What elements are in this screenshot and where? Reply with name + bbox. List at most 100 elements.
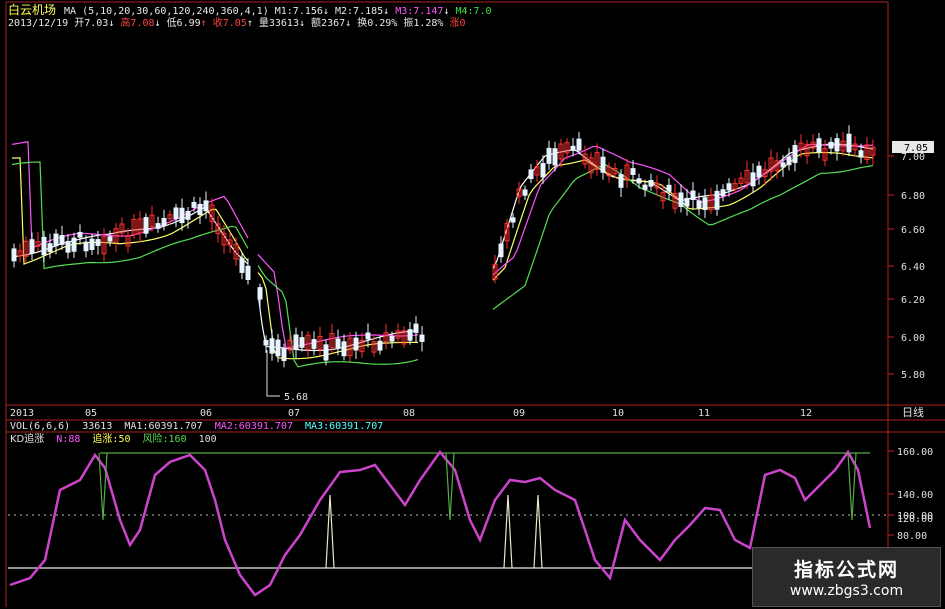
ma-m3: M3:7.147 — [395, 6, 444, 17]
period-label[interactable]: 日线 — [902, 405, 924, 419]
candle-body — [720, 189, 726, 197]
candle-body — [143, 217, 149, 234]
quote-date: 2013/12/19 — [8, 18, 69, 29]
candle-body — [83, 241, 89, 252]
price-tick: 6.40 — [901, 262, 925, 273]
candle-body — [846, 133, 852, 153]
candle-body — [792, 145, 798, 163]
ma-params: MA (5,10,20,30,60,120,240,360,4,1) — [64, 6, 269, 17]
candle-body — [696, 200, 702, 209]
candle-body — [540, 163, 546, 178]
candle-body — [528, 169, 534, 180]
price-tick: 6.60 — [901, 225, 925, 236]
candle-body — [179, 207, 185, 224]
candle-body — [786, 156, 792, 166]
candle-body — [407, 329, 413, 341]
candle-body — [65, 241, 71, 253]
candle-body — [173, 207, 179, 220]
ma-m1: M1:7.156 — [274, 6, 323, 17]
candle-body — [11, 248, 17, 262]
candle-body — [522, 189, 528, 196]
price-tick: 5.80 — [901, 370, 925, 381]
quote-header: 2013/12/19 开7.03↓ 高7.08↓ 低6.99↑ 收7.05↑ 量… — [8, 18, 466, 29]
chart-canvas[interactable]: 7.00 6.80 6.60 6.40 6.20 6.00 5.80 7.05 … — [0, 0, 945, 609]
quote-amount: 额2367 — [311, 18, 346, 29]
candle-body — [690, 190, 696, 200]
candle-body — [53, 233, 59, 247]
candle-body — [389, 335, 395, 342]
stock-chart-window: 7.00 6.80 6.60 6.40 6.20 6.00 5.80 7.05 … — [0, 0, 945, 609]
month-label: 2013 — [10, 408, 34, 419]
ma-line — [492, 151, 874, 281]
candle-body — [834, 138, 840, 152]
candle-body — [750, 172, 756, 187]
candle-body — [269, 338, 275, 354]
last-price-value: 7.05 — [904, 143, 928, 154]
candle-body — [413, 323, 419, 333]
candle-body — [702, 197, 708, 211]
candle-body — [191, 201, 197, 208]
candle-body — [419, 334, 425, 342]
kd-signal-spike — [533, 494, 543, 569]
candle-body — [203, 200, 209, 212]
quote-low: 低6.99 — [166, 18, 201, 29]
quote-volume: 量33613 — [258, 18, 299, 29]
kd-indicator — [9, 449, 872, 597]
month-label: 07 — [288, 408, 300, 419]
candle-body — [89, 238, 95, 250]
candle-body — [552, 148, 558, 166]
quote-high: 高7.08 — [120, 18, 155, 29]
candle-body — [263, 339, 269, 346]
kd-signal-spike — [503, 494, 513, 569]
candle-body — [756, 165, 762, 178]
candle-body — [95, 239, 101, 246]
price-tick: 6.80 — [901, 191, 925, 202]
candle-body — [239, 257, 245, 273]
candle-body — [510, 217, 516, 223]
ma-line — [11, 157, 249, 265]
candle-body — [341, 341, 347, 357]
ma-line — [11, 161, 249, 270]
kd-signal-spike — [847, 452, 857, 521]
candle-body — [107, 236, 113, 242]
candle-body — [161, 217, 167, 227]
candle-body — [41, 236, 47, 256]
candlesticks — [11, 125, 876, 368]
candle-body — [570, 145, 576, 151]
watermark-title: 指标公式网 — [793, 559, 899, 581]
candle-body — [185, 211, 191, 220]
stock-name[interactable]: 白云机场 — [8, 3, 56, 17]
ma-m4: M4:7.0 — [455, 6, 492, 17]
candle-body — [257, 287, 263, 300]
vol-readout: VOL(6,6,6) 33613 MA1:60391.707 MA2:60391… — [10, 421, 383, 432]
candle-body — [636, 178, 642, 184]
candle-body — [576, 138, 582, 151]
candle-body — [29, 239, 35, 254]
candle-body — [780, 162, 786, 168]
quote-amplitude: 振1.28% — [403, 18, 444, 29]
candle-body — [498, 243, 504, 258]
stock-header: 白云机场 MA (5,10,20,30,60,120,240,360,4,1) M… — [8, 3, 492, 17]
month-label: 05 — [85, 408, 97, 419]
candle-body — [377, 340, 383, 351]
candle-body — [59, 234, 65, 245]
kd-n-line — [9, 449, 872, 597]
kd-signal-spike — [325, 494, 335, 569]
low-price-annotation: 5.68 — [284, 392, 308, 403]
kd-tick: 140.00 — [897, 490, 933, 501]
axis-ticks — [888, 155, 894, 536]
candle-body — [275, 339, 281, 357]
candle-body — [353, 337, 359, 351]
moving-average-lines — [11, 140, 874, 368]
candle-body — [648, 179, 654, 187]
candle-body — [323, 344, 329, 361]
candle-body — [155, 223, 161, 229]
price-tick: 6.20 — [901, 295, 925, 306]
kd-tick: 80.00 — [897, 531, 927, 542]
kd-tick: 160.00 — [897, 447, 933, 458]
quote-open: 开7.03 — [74, 18, 109, 29]
candle-body — [71, 237, 77, 252]
month-label: 06 — [200, 408, 212, 419]
quote-change: 涨0 — [449, 18, 466, 29]
candle-body — [47, 243, 53, 253]
